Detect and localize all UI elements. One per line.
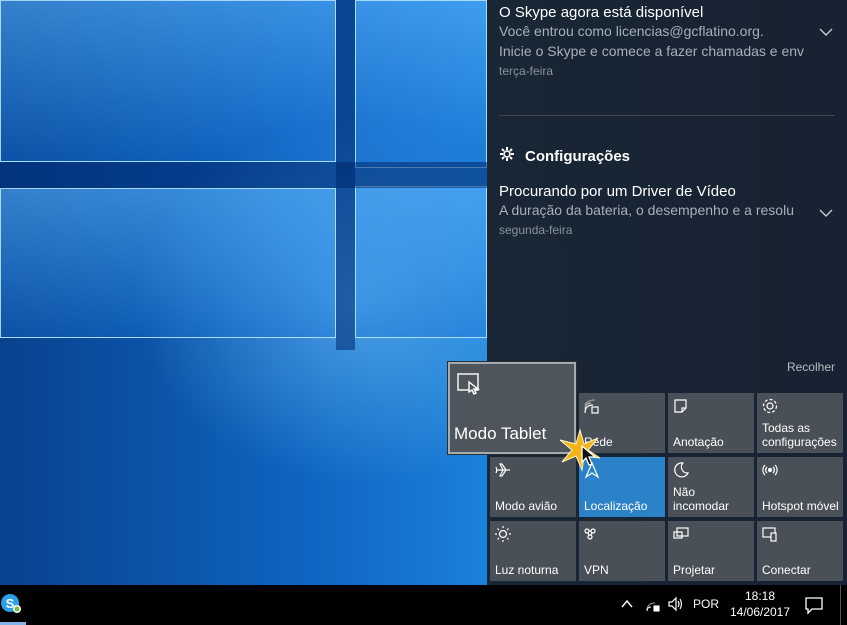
chevron-up-icon[interactable] <box>620 597 634 616</box>
quick-action-night-light[interactable]: Luz noturna <box>490 521 576 581</box>
collapse-link[interactable]: Recolher <box>787 360 835 374</box>
tile-label: Não incomodar <box>673 485 730 513</box>
moon-icon <box>672 461 690 479</box>
vpn-icon <box>583 525 601 543</box>
notification-line: Inicie o Skype e comece a fazer chamadas… <box>499 43 805 59</box>
tile-label: Projetar <box>673 563 716 577</box>
group-title: Configurações <box>525 147 631 165</box>
network-icon <box>583 397 601 415</box>
notification-line: Você entrou como licencias@gcflatino.org… <box>499 23 764 39</box>
tablet-mode-icon <box>456 372 484 398</box>
gear-icon <box>499 146 515 166</box>
quick-action-tablet-mode[interactable]: Modo Tablet <box>448 362 576 454</box>
quick-action-hotspot[interactable]: Hotspot móvel <box>757 457 843 517</box>
quick-action-note[interactable]: Anotação <box>668 393 754 453</box>
tile-label: Localização <box>584 499 648 513</box>
gear-icon <box>761 397 779 415</box>
divider <box>499 115 835 116</box>
project-icon <box>672 525 690 543</box>
mouse-cursor-icon <box>580 444 602 473</box>
tile-label: Todas as configurações <box>762 421 837 449</box>
driver-notification[interactable]: Procurando por um Driver de Vídeo A dura… <box>499 183 835 237</box>
tile-label: Luz noturna <box>495 563 559 577</box>
quick-action-all-settings[interactable]: Todas as configurações <box>757 393 843 453</box>
action-center-panel: O Skype agora está disponível Você entro… <box>487 0 847 585</box>
tile-label: Modo Tablet <box>454 424 547 443</box>
settings-group-header[interactable]: Configurações <box>499 146 630 166</box>
show-desktop-divider[interactable] <box>840 585 841 625</box>
chevron-down-icon[interactable] <box>819 24 833 42</box>
notification-time: terça-feira <box>499 64 554 78</box>
hotspot-icon <box>761 461 779 479</box>
skype-notification[interactable]: O Skype agora está disponível Você entro… <box>499 4 835 78</box>
network-icon[interactable] <box>645 597 661 618</box>
quick-action-connect[interactable]: Conectar <box>757 521 843 581</box>
tile-label: Anotação <box>673 435 724 449</box>
clock-time: 18:18 <box>744 589 776 603</box>
tile-label: Hotspot móvel <box>762 499 839 513</box>
airplane-icon <box>494 461 512 479</box>
taskbar: S POR 18:18 14/06/2017 <box>0 585 847 625</box>
language-indicator[interactable]: POR <box>693 597 719 611</box>
quick-action-do-not-disturb[interactable]: Não incomodar <box>668 457 754 517</box>
skype-taskbar-icon[interactable]: S <box>0 589 26 621</box>
clock[interactable]: 18:18 14/06/2017 <box>727 588 793 620</box>
tile-label: Conectar <box>762 563 811 577</box>
chevron-down-icon[interactable] <box>819 205 833 223</box>
tile-label: VPN <box>584 563 609 577</box>
notification-time: segunda-feira <box>499 223 573 237</box>
action-center-icon[interactable] <box>804 595 824 620</box>
notification-title: O Skype agora está disponível <box>499 4 704 21</box>
tile-label: Modo avião <box>495 499 558 513</box>
clock-date: 14/06/2017 <box>729 605 791 619</box>
quick-action-project[interactable]: Projetar <box>668 521 754 581</box>
notification-line: A duração da bateria, o desempenho e a r… <box>499 202 794 218</box>
volume-icon[interactable] <box>667 596 685 617</box>
note-icon <box>672 397 690 415</box>
connect-icon <box>761 525 779 543</box>
notification-title: Procurando por um Driver de Vídeo <box>499 183 736 200</box>
quick-action-vpn[interactable]: VPN <box>579 521 665 581</box>
sun-icon <box>494 525 512 543</box>
